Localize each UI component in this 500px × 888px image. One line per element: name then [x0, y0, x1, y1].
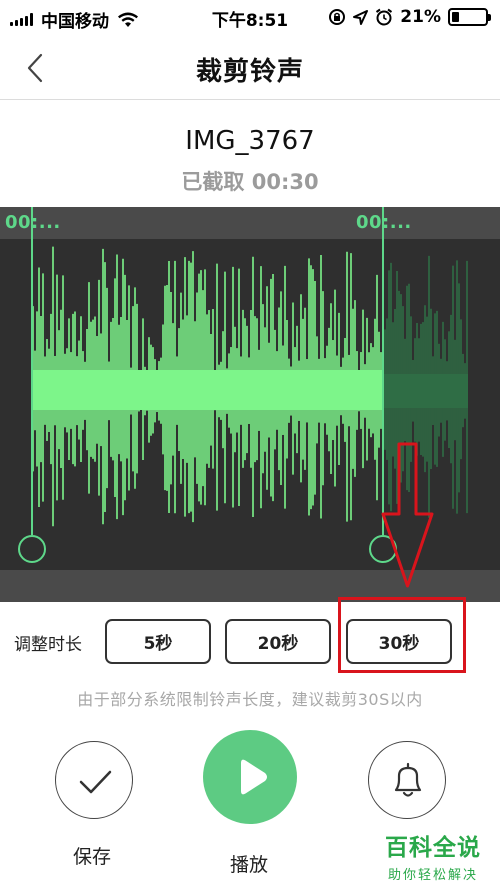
checkmark-icon: [79, 770, 112, 794]
nav-bar: 裁剪铃声: [0, 34, 500, 100]
watermark-main: 百科全说: [385, 835, 481, 861]
play-label: 播放: [230, 854, 269, 876]
status-bar: 中国移动 下午8:51 21%: [0, 0, 500, 34]
duration-label: 调整时长: [14, 635, 82, 655]
duration-5s-button[interactable]: 5秒: [105, 619, 211, 664]
start-handle-knob[interactable]: [18, 535, 46, 563]
rotation-lock-icon: [329, 9, 346, 25]
location-icon: [353, 9, 369, 25]
battery-level: [452, 12, 459, 22]
play-icon: [241, 759, 267, 795]
save-button[interactable]: [55, 741, 133, 819]
page-title: 裁剪铃声: [195, 57, 304, 87]
play-button[interactable]: [203, 730, 297, 824]
battery-percent: 21%: [400, 7, 441, 27]
status-right: 21%: [328, 7, 491, 27]
alarm-icon: [376, 8, 393, 26]
captured-duration: 已截取 00:30: [181, 170, 319, 194]
watermark-sub: 助你轻松解决: [387, 868, 478, 883]
watermark: 百科全说 助你轻松解决: [374, 828, 492, 883]
duration-20s-button[interactable]: 20秒: [225, 619, 331, 664]
bell-icon: [394, 762, 422, 797]
waveform-core-selected: [33, 370, 383, 410]
annotation-arrow: [381, 442, 434, 588]
set-ringtone-button[interactable]: [368, 741, 446, 819]
battery-icon: [448, 8, 491, 26]
waveform-core-unselected: [384, 374, 468, 408]
file-name: IMG_3767: [185, 126, 315, 156]
annotation-highlight-box: [338, 597, 466, 673]
save-label: 保存: [73, 846, 112, 868]
length-hint: 由于部分系统限制铃声长度，建议裁剪30S以内: [77, 690, 423, 709]
